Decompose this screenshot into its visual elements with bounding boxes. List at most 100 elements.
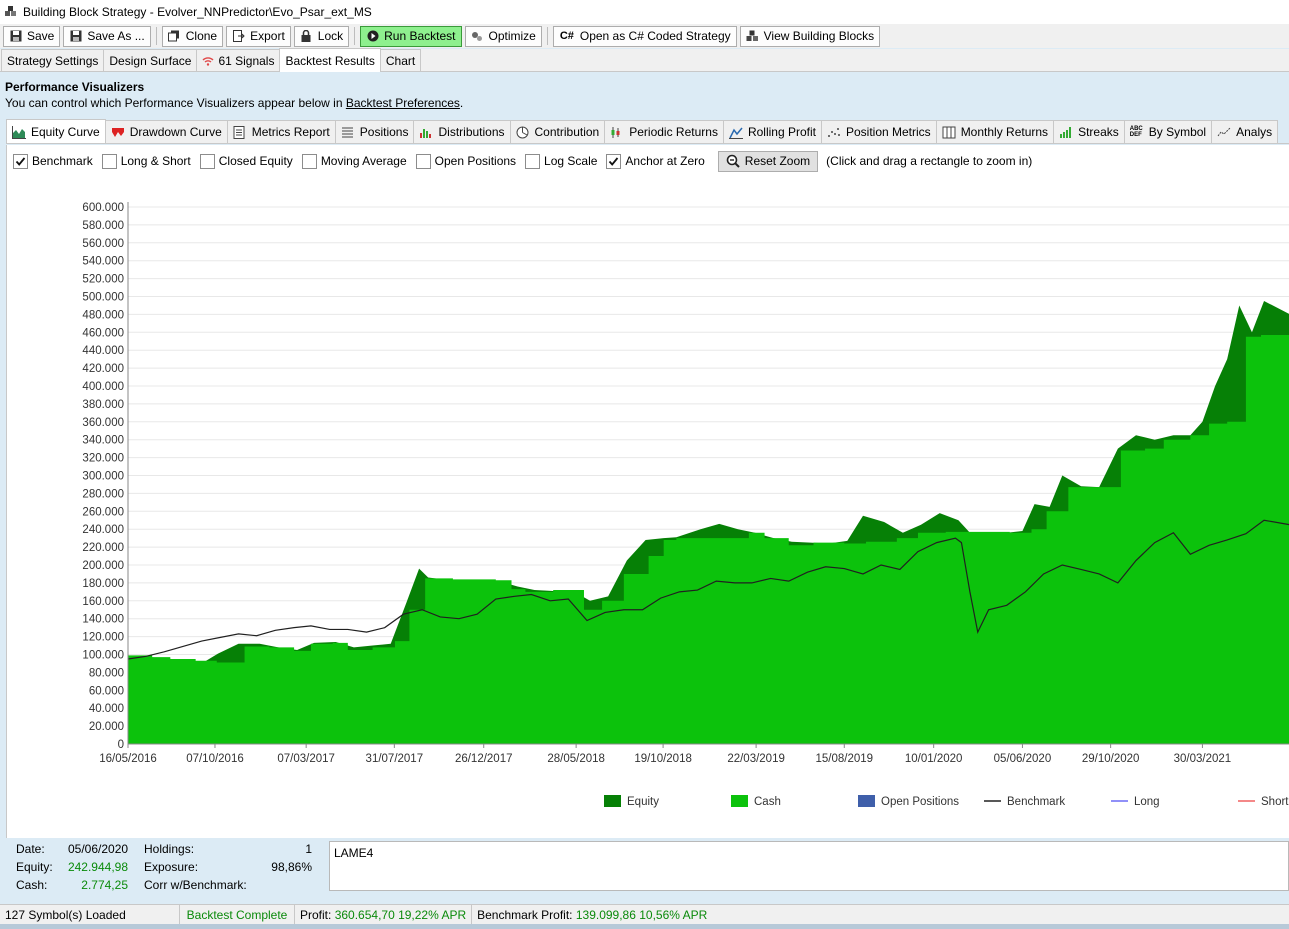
export-button[interactable]: Export xyxy=(226,25,291,47)
tab-metrics-report[interactable]: Metrics Report xyxy=(226,120,336,143)
histogram-icon xyxy=(419,126,433,139)
tab-distributions[interactable]: Distributions xyxy=(413,120,511,143)
equity-curve-panel: Benchmark Long & Short Closed Equity Mov… xyxy=(6,145,1289,838)
y-tick-label: 420.000 xyxy=(82,363,124,375)
y-tick-label: 480.000 xyxy=(82,309,124,321)
tab-equity-curve[interactable]: Equity Curve xyxy=(6,119,106,143)
tab-periodic-returns[interactable]: Periodic Returns xyxy=(604,120,724,143)
symbol-item[interactable]: LAME4 xyxy=(334,846,373,860)
checkbox-box[interactable] xyxy=(13,153,28,169)
cash-value: 2.774,25 xyxy=(81,878,128,892)
save-button[interactable]: Save xyxy=(3,25,61,47)
symbols-loaded-status: 127 Symbol(s) Loaded xyxy=(0,905,180,924)
performance-visualizers-heading: Performance Visualizers xyxy=(5,80,145,94)
anchor-zero-checkbox[interactable]: Anchor at Zero xyxy=(606,153,705,169)
visualizer-tabs: Equity Curve Drawdown Curve Metrics Repo… xyxy=(6,119,1289,144)
checkbox-box[interactable] xyxy=(101,153,117,169)
floppy-icon xyxy=(9,30,22,43)
benchmark-profit-status: Benchmark Profit: 139.099,86 10,56% APR xyxy=(477,907,708,922)
y-tick-label: 160.000 xyxy=(82,596,124,608)
checkbox-box[interactable] xyxy=(606,153,622,169)
check-icon xyxy=(609,156,619,166)
area-chart-icon xyxy=(12,125,26,139)
window-title: Building Block Strategy - Evolver_NNPred… xyxy=(23,5,372,19)
backtest-preferences-link[interactable]: Backtest Preferences xyxy=(346,96,460,110)
holdings-value: 1 xyxy=(305,842,312,856)
y-tick-label: 340.000 xyxy=(82,435,124,447)
tab-position-metrics[interactable]: Position Metrics xyxy=(820,120,937,143)
tab-design-surface[interactable]: Design Surface xyxy=(103,49,198,71)
y-tick-label: 80.000 xyxy=(89,667,124,679)
open-positions-checkbox[interactable]: Open Positions xyxy=(415,153,516,169)
long-short-checkbox[interactable]: Long & Short xyxy=(101,153,191,169)
blocks-icon xyxy=(746,30,759,43)
run-backtest-button[interactable]: Run Backtest xyxy=(360,25,462,47)
checkbox-box[interactable] xyxy=(525,153,541,169)
y-tick-label: 220.000 xyxy=(82,542,124,554)
tab-chart[interactable]: Chart xyxy=(379,49,422,71)
toolbar: Save Save As ... Clone Export Lock Run B… xyxy=(0,24,1289,48)
optimize-button[interactable]: Optimize xyxy=(464,25,542,47)
check-icon xyxy=(15,156,26,166)
y-tick-label: 260.000 xyxy=(82,506,124,518)
x-tick-label: 26/12/2017 xyxy=(455,753,513,765)
x-tick-label: 10/01/2020 xyxy=(905,753,963,765)
legend-swatch xyxy=(731,795,748,807)
toolbar-separator xyxy=(546,27,548,45)
moving-average-checkbox[interactable]: Moving Average xyxy=(301,153,407,169)
benchmark-checkbox[interactable]: Benchmark xyxy=(13,153,93,169)
checkbox-box[interactable] xyxy=(415,153,431,169)
symbol-list[interactable]: LAME4 xyxy=(329,841,1289,891)
y-tick-label: 120.000 xyxy=(82,632,124,644)
legend-label: Benchmark xyxy=(1007,796,1065,808)
x-tick-label: 16/05/2016 xyxy=(99,753,157,765)
candlestick-icon xyxy=(610,126,624,139)
drawdown-icon xyxy=(111,126,125,139)
checkbox-box[interactable] xyxy=(301,153,317,169)
checkbox-box[interactable] xyxy=(199,153,215,169)
rolling-profit-icon xyxy=(728,126,743,139)
tab-positions[interactable]: Positions xyxy=(334,120,415,143)
tab-analysis[interactable]: Analys xyxy=(1211,120,1279,143)
equity-label: Equity: xyxy=(16,860,53,874)
tab-backtest-results[interactable]: Backtest Results xyxy=(279,48,381,72)
y-tick-label: 580.000 xyxy=(82,220,124,232)
y-tick-label: 140.000 xyxy=(82,614,124,626)
closed-equity-checkbox[interactable]: Closed Equity xyxy=(199,153,293,169)
legend-label: Cash xyxy=(754,796,781,808)
save-as-button[interactable]: Save As ... xyxy=(63,25,151,47)
reset-zoom-button[interactable]: Reset Zoom xyxy=(717,150,819,172)
status-bar: 127 Symbol(s) Loaded Backtest Complete P… xyxy=(0,904,1289,924)
tab-monthly-returns[interactable]: Monthly Returns xyxy=(935,120,1055,143)
y-tick-label: 600.000 xyxy=(82,202,124,214)
open-csharp-button[interactable]: C# Open as C# Coded Strategy xyxy=(552,25,737,47)
tab-by-symbol[interactable]: ABC DEF By Symbol xyxy=(1123,120,1213,143)
lock-button[interactable]: Lock xyxy=(293,25,350,47)
corr-label: Corr w/Benchmark: xyxy=(144,878,247,892)
clone-button[interactable]: Clone xyxy=(161,25,224,47)
tab-drawdown-curve[interactable]: Drawdown Curve xyxy=(104,120,228,143)
y-tick-label: 360.000 xyxy=(82,417,124,429)
exposure-value: 98,86% xyxy=(271,860,312,874)
log-scale-checkbox[interactable]: Log Scale xyxy=(525,153,597,169)
zoom-hint: (Click and drag a rectangle to zoom in) xyxy=(826,154,1033,168)
gears-icon xyxy=(471,30,484,43)
equity-chart[interactable]: 0 20.000 40.000 60.000 80.000 100.000 120.000 1… xyxy=(7,177,1289,837)
holdings-label: Holdings: xyxy=(144,842,195,856)
y-tick-label: 520.000 xyxy=(82,274,124,286)
lock-icon xyxy=(300,30,313,43)
view-building-blocks-button[interactable]: View Building Blocks xyxy=(739,25,881,47)
legend-label: Long xyxy=(1134,796,1160,808)
tab-contribution[interactable]: Contribution xyxy=(509,120,606,143)
tab-signals[interactable]: 61 Signals xyxy=(196,49,281,71)
main-tabs: Strategy Settings Design Surface 61 Sign… xyxy=(0,48,1289,72)
y-tick-label: 180.000 xyxy=(82,578,124,590)
date-value: 05/06/2020 xyxy=(68,842,129,856)
tab-rolling-profit[interactable]: Rolling Profit xyxy=(722,120,822,143)
tab-streaks[interactable]: Streaks xyxy=(1053,120,1125,143)
tab-strategy-settings[interactable]: Strategy Settings xyxy=(1,49,105,71)
clone-icon xyxy=(168,30,181,43)
scatter-icon xyxy=(827,126,841,139)
csharp-icon: C# xyxy=(559,30,574,42)
y-tick-label: 440.000 xyxy=(82,345,124,357)
